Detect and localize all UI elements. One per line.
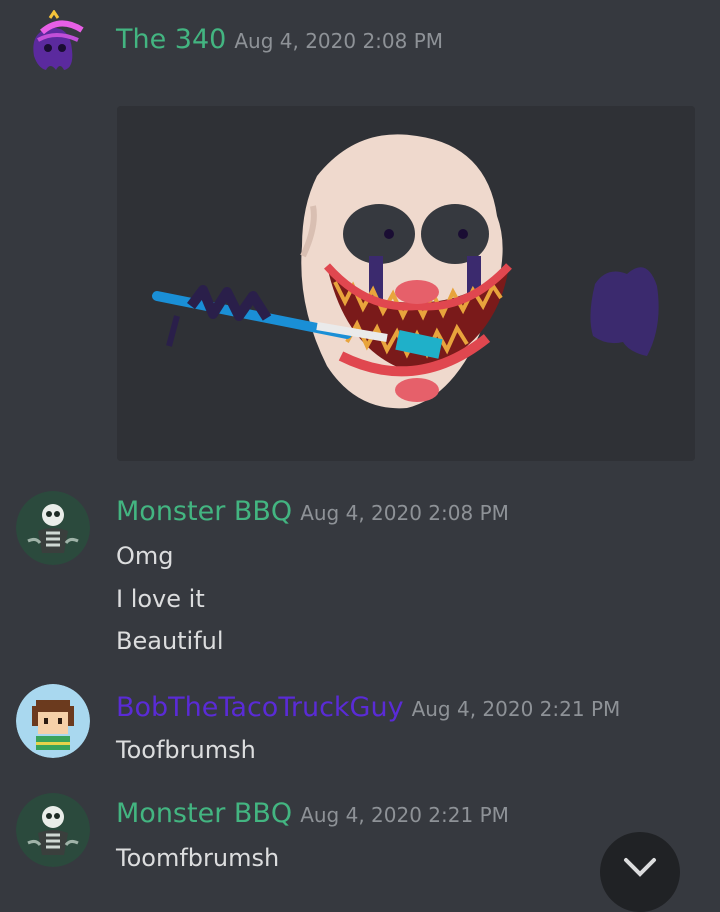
image-attachment[interactable] xyxy=(117,106,695,461)
message-header: BobTheTacoTruckGuy Aug 4, 2020 2:21 PM xyxy=(116,692,620,723)
message-header: Monster BBQ Aug 4, 2020 2:21 PM xyxy=(116,798,509,829)
message-header: Monster BBQ Aug 4, 2020 2:08 PM xyxy=(116,496,509,527)
author-name[interactable]: Monster BBQ xyxy=(116,496,292,527)
scroll-to-bottom-button[interactable] xyxy=(600,832,680,912)
timestamp: Aug 4, 2020 2:08 PM xyxy=(300,501,509,525)
mask-with-toothbrush-image xyxy=(117,106,695,461)
message-text: I love it xyxy=(116,585,205,613)
message-text: Toomfbrumsh xyxy=(116,844,280,872)
chevron-down-icon xyxy=(624,858,656,877)
skeleton-avatar-icon[interactable] xyxy=(16,793,90,867)
message-text: Toofbrumsh xyxy=(116,736,256,764)
message-header: The 340 Aug 4, 2020 2:08 PM xyxy=(116,24,443,55)
message-text: Beautiful xyxy=(116,627,224,655)
timestamp: Aug 4, 2020 2:21 PM xyxy=(411,697,621,721)
author-name[interactable]: The 340 xyxy=(116,24,226,55)
author-name[interactable]: Monster BBQ xyxy=(116,798,292,829)
timestamp: Aug 4, 2020 2:08 PM xyxy=(234,29,444,53)
purple-ghost-avatar-icon[interactable] xyxy=(20,10,90,80)
author-name[interactable]: BobTheTacoTruckGuy xyxy=(116,692,404,723)
pixel-boy-avatar-icon[interactable] xyxy=(16,684,90,758)
skeleton-avatar-icon[interactable] xyxy=(16,491,90,565)
message-text: Omg xyxy=(116,542,174,570)
timestamp: Aug 4, 2020 2:21 PM xyxy=(300,803,509,827)
